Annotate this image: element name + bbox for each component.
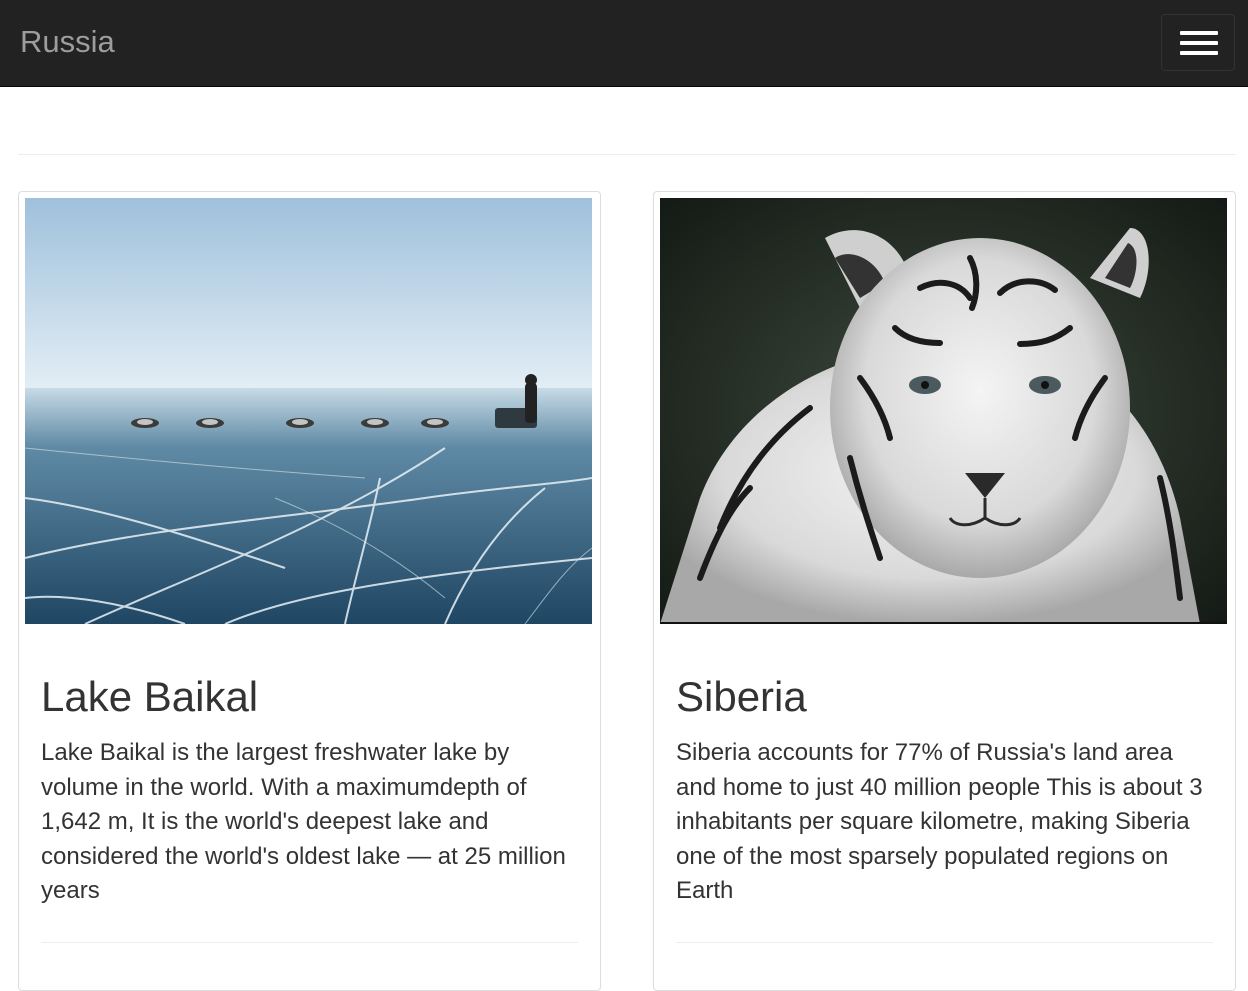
card-divider — [41, 942, 578, 943]
card-divider — [676, 942, 1213, 943]
card-title: Siberia — [676, 673, 807, 720]
page-divider — [18, 154, 1236, 155]
siberia-image — [660, 198, 1227, 624]
card-siberia: Siberia Siberia accounts for 77% of Russ… — [653, 191, 1236, 991]
navbar: Russia — [0, 0, 1248, 87]
card-text: Siberia accounts for 77% of Russia's lan… — [676, 739, 1203, 904]
navbar-brand[interactable]: Russia — [20, 22, 115, 62]
card-lake-baikal: Lake Baikal Lake Baikal is the largest f… — [18, 191, 601, 991]
card-text: Lake Baikal is the largest freshwater la… — [41, 739, 566, 904]
card-title: Lake Baikal — [41, 673, 259, 720]
lake-baikal-image — [25, 198, 592, 624]
navbar-toggle-button[interactable] — [1161, 14, 1235, 71]
